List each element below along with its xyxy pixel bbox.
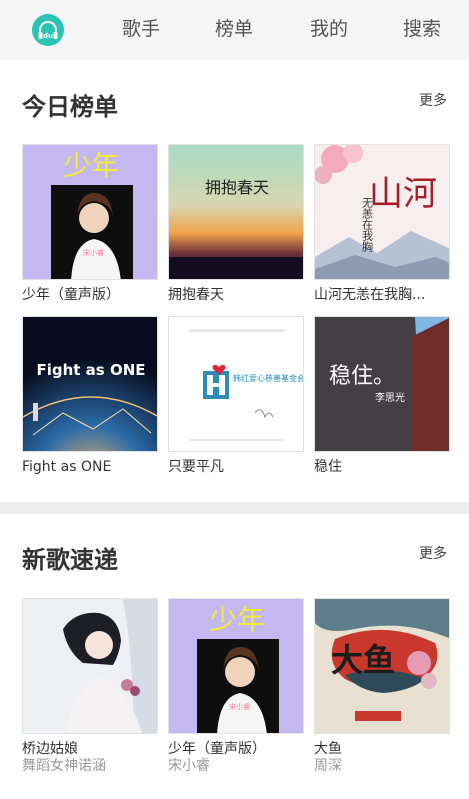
nav-singers[interactable]: 歌手 [122, 16, 160, 42]
album-title[interactable]: 稳住 [314, 457, 450, 477]
cover-title-text: 拥抱春天 [205, 178, 269, 197]
section-divider [0, 502, 469, 514]
cover-title-text: 山河 [369, 174, 437, 214]
more-link-today-chart[interactable]: 更多 [419, 92, 447, 110]
album-cover[interactable]: Fight as ONE [22, 316, 158, 452]
cover-subtitle-text: 无恙在我胸 [361, 197, 374, 253]
album-title[interactable]: 山河无恙在我胸... [314, 285, 450, 305]
song-cover[interactable]: 少年 宋小睿 [168, 598, 304, 734]
section-title-new-songs: 新歌速递 [22, 546, 118, 574]
cover-title-text: 少年 [209, 603, 265, 636]
album-cover[interactable]: 拥抱春天 [168, 144, 304, 280]
headphones-icon: du [38, 21, 58, 40]
cover-title-text: 少年 [63, 149, 119, 182]
album-title[interactable]: 拥抱春天 [168, 285, 304, 305]
cover-title-text: Fight as ONE [36, 361, 145, 379]
song-cover[interactable]: 大鱼 [314, 598, 450, 734]
album-cover[interactable]: 少年 宋小睿 [22, 144, 158, 280]
album-cover[interactable]: 稳住。 李思光 [314, 316, 450, 452]
cover-caption-text: 李思光 [375, 391, 405, 404]
app-logo[interactable]: du [32, 14, 64, 46]
cover-title-text: 大鱼 [331, 641, 395, 679]
album-cover[interactable]: 山河 无恙在我胸 [314, 144, 450, 280]
logo-text: du [43, 32, 53, 40]
cover-title-text: 稳住。 [329, 364, 395, 389]
more-link-new-songs[interactable]: 更多 [419, 545, 447, 563]
album-title[interactable]: 只要平凡 [168, 457, 304, 477]
section-title-today-chart: 今日榜单 [22, 93, 118, 121]
cover-caption-text: 宋小睿 [229, 702, 250, 711]
song-artist[interactable]: 周深 [314, 757, 450, 775]
song-title[interactable]: 少年（童声版） [168, 739, 304, 759]
cover-caption-text: 宋小睿 [83, 248, 104, 257]
song-title[interactable]: 大鱼 [314, 739, 450, 759]
album-cover[interactable]: 韩红爱心慈善基金会 [168, 316, 304, 452]
nav-search[interactable]: 搜索 [403, 16, 441, 42]
album-title[interactable]: 少年（童声版） [22, 285, 158, 305]
cover-title-text: 韩红爱心慈善基金会 [233, 373, 304, 383]
top-nav-bar: du 歌手 榜单 我的 搜索 [0, 0, 469, 60]
album-title[interactable]: Fight as ONE [22, 457, 158, 477]
song-artist[interactable]: 宋小睿 [168, 757, 304, 775]
nav-mine[interactable]: 我的 [310, 16, 348, 42]
song-cover[interactable] [22, 598, 158, 734]
nav-charts[interactable]: 榜单 [215, 16, 253, 42]
song-artist[interactable]: 舞蹈女神诺涵 [22, 757, 158, 775]
song-title[interactable]: 桥边姑娘 [22, 739, 158, 759]
